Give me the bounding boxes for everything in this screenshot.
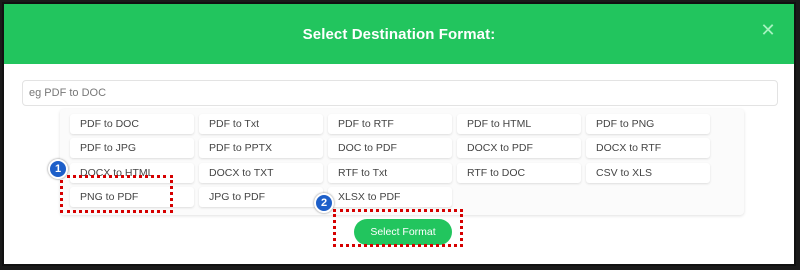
option-rtf-to-txt[interactable]: RTF to Txt xyxy=(328,163,452,183)
dialog: Select Destination Format: ✕ PDF to DOC … xyxy=(2,2,796,266)
option-rtf-to-doc[interactable]: RTF to DOC xyxy=(457,163,581,183)
option-docx-to-html[interactable]: DOCX to HTML xyxy=(70,163,194,183)
dialog-title: Select Destination Format: xyxy=(302,25,496,43)
select-format-button[interactable]: Select Format xyxy=(354,219,452,245)
option-pdf-to-rtf[interactable]: PDF to RTF xyxy=(328,114,452,134)
step2-badge: 2 xyxy=(314,193,334,213)
option-csv-to-xls[interactable]: CSV to XLS xyxy=(586,163,710,183)
option-docx-to-pdf[interactable]: DOCX to PDF xyxy=(457,138,581,158)
option-pdf-to-doc[interactable]: PDF to DOC xyxy=(70,114,194,134)
option-xlsx-to-pdf[interactable]: XLSX to PDF xyxy=(328,187,452,207)
option-docx-to-rtf[interactable]: DOCX to RTF xyxy=(586,138,710,158)
option-pdf-to-jpg[interactable]: PDF to JPG xyxy=(70,138,194,158)
option-png-to-pdf[interactable]: PNG to PDF xyxy=(70,187,194,207)
dialog-header: Select Destination Format: ✕ xyxy=(4,4,794,64)
option-pdf-to-pptx[interactable]: PDF to PPTX xyxy=(199,138,323,158)
option-pdf-to-png[interactable]: PDF to PNG xyxy=(586,114,710,134)
format-options-panel: PDF to DOC PDF to Txt PDF to RTF PDF to … xyxy=(60,109,744,215)
step1-badge: 1 xyxy=(48,159,68,179)
option-pdf-to-txt[interactable]: PDF to Txt xyxy=(199,114,323,134)
option-docx-to-txt[interactable]: DOCX to TXT xyxy=(199,163,323,183)
option-doc-to-pdf[interactable]: DOC to PDF xyxy=(328,138,452,158)
close-icon[interactable]: ✕ xyxy=(760,21,776,39)
format-search-input[interactable] xyxy=(22,80,778,106)
option-pdf-to-html[interactable]: PDF to HTML xyxy=(457,114,581,134)
option-jpg-to-pdf[interactable]: JPG to PDF xyxy=(199,187,323,207)
